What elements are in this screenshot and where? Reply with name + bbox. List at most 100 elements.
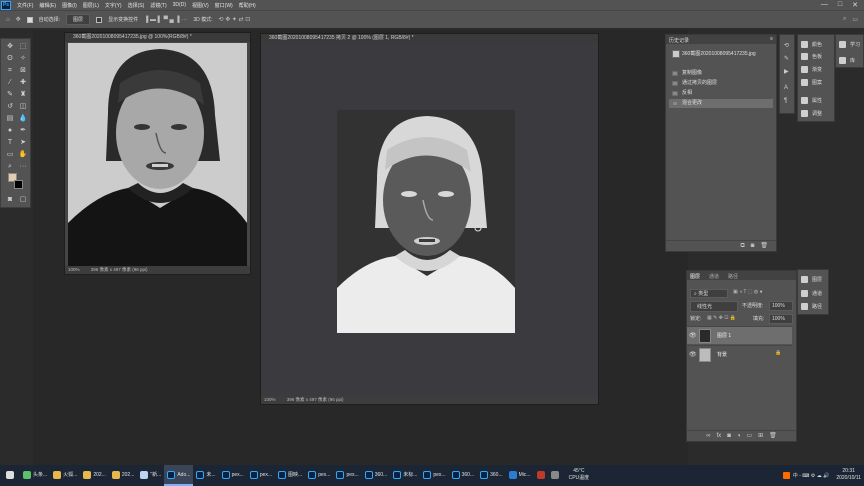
document-tab[interactable]: 360截图20201008095417235 拷贝 2 @ 100% (图层 1… <box>261 34 598 43</box>
move-tool-icon[interactable]: ✥ <box>16 16 21 23</box>
paragraph-icon[interactable]: ¶ <box>784 98 787 104</box>
quick-mask-icon[interactable]: ◙ <box>5 195 15 205</box>
clock[interactable]: 20:31 2020/10/11 <box>833 465 864 486</box>
taskbar-item[interactable]: pex... <box>219 465 247 486</box>
taskbar-item[interactable]: pex... <box>420 465 448 486</box>
frame-icon[interactable]: ⊠ <box>18 66 28 76</box>
properties-panel-button[interactable]: 属性 <box>801 97 822 104</box>
layer-row-selected[interactable]: 👁 图层 1 <box>687 326 792 344</box>
lock-icons[interactable]: ▦ ✎ ✥ ⊡ 🔒 <box>707 315 736 321</box>
tray-app-icon[interactable] <box>782 472 790 479</box>
folder-icon[interactable]: ▭ <box>746 431 752 441</box>
taskbar-item[interactable] <box>534 465 548 486</box>
menu-image[interactable]: 图像(I) <box>59 2 80 9</box>
taskbar-item[interactable]: "新... <box>137 465 164 486</box>
brush-settings-icon[interactable]: ✎ <box>784 55 789 62</box>
adjustment-icon[interactable]: ◑ <box>737 431 741 441</box>
taskbar-item[interactable]: 202... <box>109 465 138 486</box>
swatches-panel-button[interactable]: 色板 <box>801 53 822 60</box>
taskbar-item[interactable]: 图映... <box>275 465 305 486</box>
stamp-icon[interactable]: ♜ <box>18 90 28 100</box>
history-item-selected[interactable]: 混合更改 <box>669 99 773 108</box>
crop-icon[interactable]: ⌗ <box>5 66 15 76</box>
3d-mode-icons[interactable]: ⟲ ✥ ✦ ⇄ ⊡ <box>219 16 251 23</box>
taskbar-item[interactable]: pex... <box>333 465 361 486</box>
blur-icon[interactable]: 💧 <box>18 114 28 124</box>
paths-panel-button[interactable]: 路径 <box>801 303 822 310</box>
camera-icon[interactable]: ◙ <box>751 241 755 251</box>
menu-type[interactable]: 文字(Y) <box>102 2 125 9</box>
move-icon[interactable]: ✥ <box>5 42 15 52</box>
new-layer-icon[interactable]: ⊞ <box>758 431 763 441</box>
learn-panel-button[interactable]: 学习 <box>839 41 860 48</box>
trash-icon[interactable]: 🗑 <box>760 241 768 251</box>
screen-mode-icon[interactable]: ▢ <box>18 195 28 205</box>
history-item[interactable]: 通过拷贝的图层 <box>669 79 773 88</box>
fx-icon[interactable]: fx <box>717 431 722 441</box>
adjustments-panel-button[interactable]: 调整 <box>801 110 822 117</box>
menu-window[interactable]: 窗口(W) <box>212 2 236 9</box>
color-panel-button[interactable]: 颜色 <box>801 41 822 48</box>
zoom-level[interactable]: 100% <box>68 267 80 272</box>
dodge-icon[interactable]: ● <box>5 126 15 136</box>
character-icon[interactable]: A <box>784 85 788 91</box>
gradient-icon[interactable]: ▤ <box>5 114 15 124</box>
fill-input[interactable]: 100% <box>769 314 793 324</box>
menu-layer[interactable]: 图层(L) <box>80 2 102 9</box>
new-document-icon[interactable]: ⧉ <box>740 241 744 251</box>
libraries-panel-button[interactable]: 库 <box>839 57 855 64</box>
visibility-eye-icon[interactable]: 👁 <box>689 351 697 358</box>
taskbar-item-active[interactable]: Ado... <box>164 465 194 486</box>
layer-filter-dropdown[interactable]: ⌕ 类型 <box>690 289 728 298</box>
trash-icon[interactable]: 🗑 <box>769 431 777 441</box>
healing-icon[interactable]: ✚ <box>18 78 28 88</box>
patterns-panel-button[interactable]: 图案 <box>801 79 822 86</box>
zoom-icon[interactable]: ⌕ <box>5 162 15 172</box>
home-icon[interactable]: ⌂ <box>6 17 10 23</box>
document-tab[interactable]: 360截图20201008095417235.jpg @ 100%(RGB/8#… <box>65 33 250 42</box>
menu-3d[interactable]: 3D(D) <box>170 2 189 8</box>
menu-help[interactable]: 帮助(H) <box>236 2 259 9</box>
document-window-inverted[interactable]: 360截图20201008095417235 拷贝 2 @ 100% (图层 1… <box>260 33 599 405</box>
taskbar-item[interactable]: pex... <box>305 465 333 486</box>
layer-name[interactable]: 图层 1 <box>717 332 731 339</box>
auto-select-dropdown[interactable]: 图层 <box>66 14 91 25</box>
history-brush-icon[interactable]: ↺ <box>5 102 15 112</box>
brush-icon[interactable]: ✎ <box>5 90 15 100</box>
layer-row[interactable]: 👁 背景 🔒 <box>687 345 792 363</box>
taskbar-item[interactable]: 360... <box>449 465 478 486</box>
background-color-swatch[interactable] <box>14 180 23 189</box>
history-item[interactable]: 反相 <box>669 89 773 98</box>
taskbar-item[interactable]: 360... <box>362 465 391 486</box>
history-panel-icon[interactable]: ⟲ <box>784 42 789 49</box>
close-button[interactable]: ✕ <box>852 1 858 9</box>
opacity-input[interactable]: 100% <box>769 301 793 311</box>
taskbar-item[interactable]: 360... <box>477 465 506 486</box>
search-icon[interactable]: ⌕ <box>843 16 846 23</box>
type-tool-icon[interactable]: T <box>5 138 15 148</box>
path-select-icon[interactable]: ➤ <box>18 138 28 148</box>
taskbar-item[interactable]: 火狐... <box>50 465 80 486</box>
menu-file[interactable]: 文件(F) <box>14 2 36 9</box>
history-tab[interactable]: 历史记录 <box>669 37 689 44</box>
taskbar-item[interactable]: 头条... <box>20 465 50 486</box>
tab-channels[interactable]: 通道 <box>709 273 719 280</box>
layer-name[interactable]: 背景 <box>717 351 727 358</box>
eyedropper-icon[interactable]: ⁄ <box>5 78 15 88</box>
document-window-original[interactable]: 360截图20201008095417235.jpg @ 100%(RGB/8#… <box>64 32 251 275</box>
taskbar-item[interactable]: 未... <box>193 465 218 486</box>
tray-icons[interactable]: 中 ◦ ⌨ ⚙ ☁ 🔊 <box>793 472 830 479</box>
pen-icon[interactable]: ✒ <box>18 126 28 136</box>
lasso-icon[interactable]: ʘ <box>5 54 15 64</box>
cpu-temp-widget[interactable]: 45°C CPU温度 <box>566 465 593 486</box>
workspace-icon[interactable]: ▭ <box>852 16 858 23</box>
tab-paths[interactable]: 路径 <box>728 273 738 280</box>
actions-icon[interactable]: ▶ <box>784 68 789 75</box>
shape-icon[interactable]: ▭ <box>5 150 15 160</box>
menu-select[interactable]: 选择(S) <box>125 2 148 9</box>
taskbar-item[interactable]: 202... <box>80 465 109 486</box>
taskbar-item[interactable] <box>548 465 562 486</box>
hand-icon[interactable]: ✋ <box>18 150 28 160</box>
filter-icons[interactable]: ▣ ◑ T ⬚ ◍ ● <box>733 289 763 295</box>
marquee-icon[interactable]: ⬚ <box>18 42 28 52</box>
